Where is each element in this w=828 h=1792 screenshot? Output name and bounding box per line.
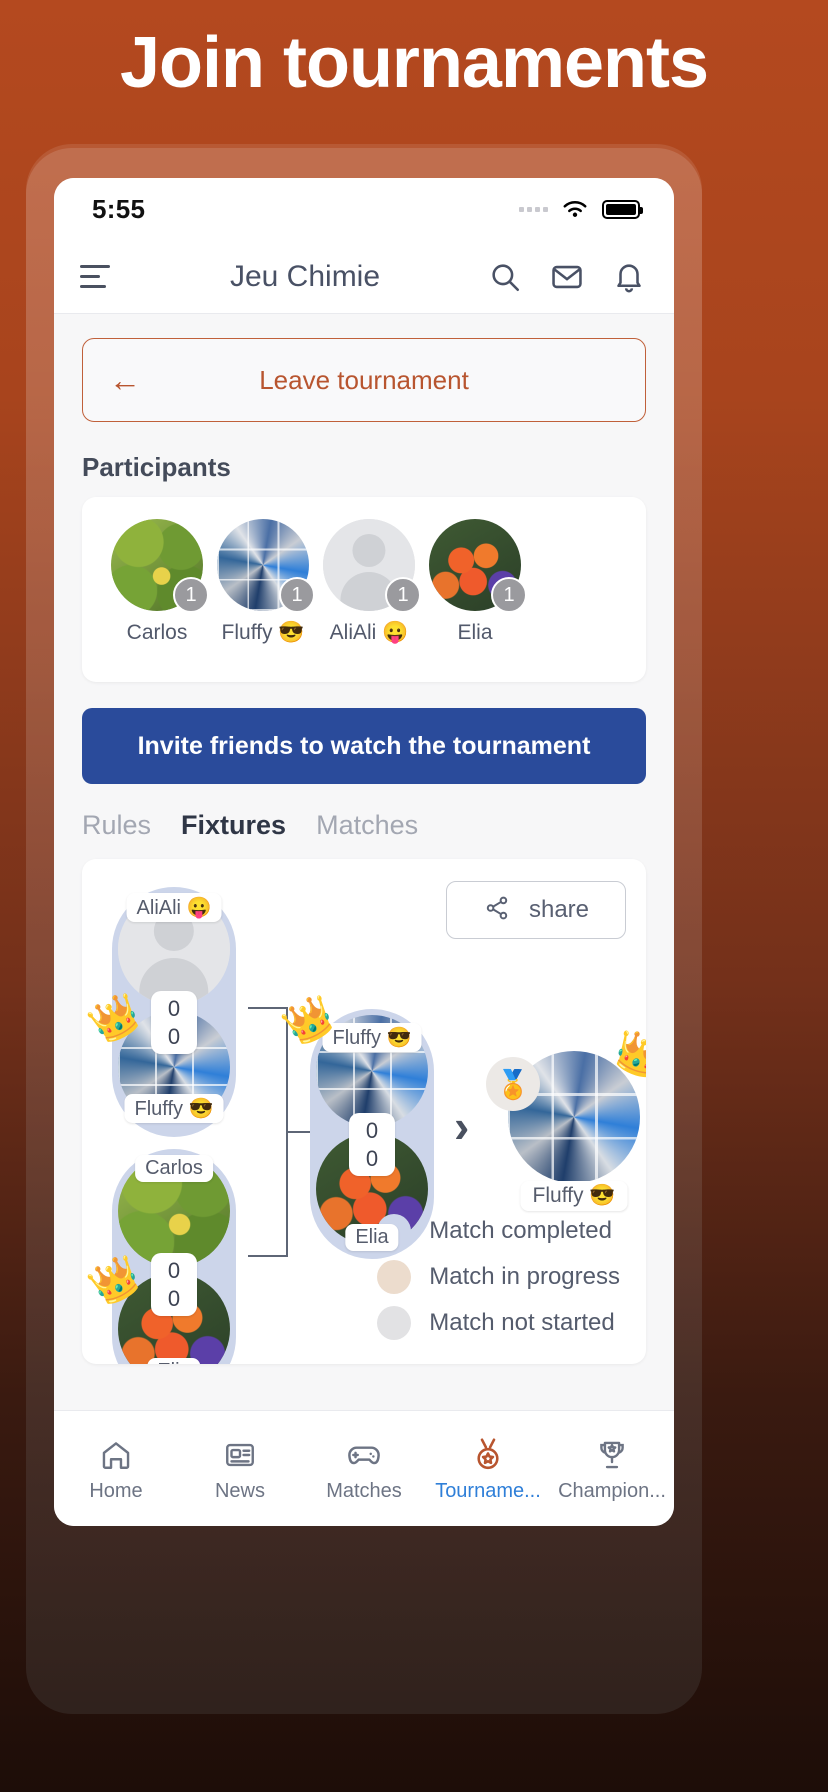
share-icon: [483, 894, 511, 927]
bracket-name-bottom: Elia: [147, 1358, 201, 1364]
hamburger-menu-icon[interactable]: [80, 264, 114, 290]
page-title: Jeu Chimie: [229, 259, 381, 293]
participant-item[interactable]: 1 Carlos: [104, 519, 210, 645]
participant-item[interactable]: 1 AliAli 😛: [316, 519, 422, 645]
arrow-left-icon: ←: [109, 362, 141, 398]
medal-icon: 🏅: [486, 1057, 540, 1111]
nav-item-tournaments[interactable]: Tourname...: [426, 1434, 550, 1503]
bracket-name-top: Carlos: [135, 1155, 213, 1182]
fixtures-bracket: share AliAli 😛 0 0 👑 Fluffy 😎 Carlos 0 0…: [82, 859, 646, 1364]
bracket-match-semifinal-1[interactable]: AliAli 😛 0 0 👑 Fluffy 😎: [83, 887, 236, 1137]
medal-icon: [470, 1434, 506, 1472]
score-bottom: 0: [167, 1285, 181, 1311]
champion-name: Fluffy 😎: [520, 1181, 628, 1211]
participant-name: AliAli 😛: [329, 621, 409, 644]
score-top: 0: [365, 1118, 379, 1143]
score-top: 0: [167, 1258, 181, 1283]
nav-label: News: [214, 1480, 265, 1502]
share-label: share: [528, 896, 590, 923]
legend-swatch: [377, 1306, 412, 1340]
avatar: 1: [217, 519, 315, 613]
bracket-score: 0 0: [151, 991, 197, 1054]
participants-list: 1 Carlos 1 Fluffy 😎 1 AliAli 😛 1 Elia: [104, 519, 624, 645]
tab-bar: Rules Fixtures Matches: [82, 810, 674, 841]
phone-screen: 5:55 Jeu Chimie ← Leave tournament Parti…: [54, 178, 674, 1526]
share-button[interactable]: share: [446, 881, 626, 939]
gamepad-icon: [345, 1434, 383, 1472]
nav-label: Champion...: [558, 1480, 666, 1502]
legend-label: Match not started: [429, 1309, 615, 1336]
participant-name: Fluffy 😎: [221, 621, 305, 644]
app-bar: Jeu Chimie: [54, 240, 674, 314]
bracket-name-bottom: Elia: [345, 1224, 399, 1251]
tab-fixtures[interactable]: Fixtures: [181, 810, 286, 841]
participant-name: Elia: [457, 621, 493, 644]
wifi-icon: [560, 198, 590, 220]
score-bottom: 0: [167, 1023, 181, 1049]
status-bar: 5:55: [54, 178, 674, 240]
news-icon: [222, 1434, 258, 1472]
bell-icon[interactable]: [612, 260, 646, 294]
nav-item-news[interactable]: News: [178, 1434, 302, 1503]
legend-swatch: [377, 1260, 412, 1294]
participant-badge: 1: [279, 577, 315, 613]
participants-heading: Participants: [82, 452, 231, 482]
bracket-legend: Match completed Match in progress Match …: [377, 1214, 620, 1340]
battery-full-icon: [602, 199, 643, 219]
avatar: 1: [429, 519, 527, 613]
nav-item-championships[interactable]: Champion...: [550, 1434, 674, 1503]
leave-tournament-button[interactable]: ← Leave tournament: [82, 338, 646, 422]
legend-label: Match completed: [429, 1217, 613, 1244]
participant-item[interactable]: 1 Fluffy 😎: [210, 519, 316, 645]
legend-item-completed: Match completed: [377, 1214, 620, 1248]
app-bar-actions: [488, 260, 646, 294]
tournament-champion[interactable]: 🏅 👑 Fluffy 😎: [486, 1025, 646, 1211]
bracket-name-bottom: Fluffy 😎: [124, 1094, 224, 1123]
signal-dots-icon: [519, 206, 548, 212]
score-top: 0: [167, 996, 181, 1021]
search-icon[interactable]: [488, 260, 522, 294]
chevron-right-icon: ›: [454, 1100, 470, 1152]
participant-badge: 1: [173, 577, 209, 613]
nav-item-matches[interactable]: Matches: [302, 1434, 426, 1503]
participant-item[interactable]: 1 Elia: [422, 519, 528, 645]
score-bottom: 0: [365, 1145, 379, 1171]
legend-label: Match in progress: [429, 1263, 620, 1290]
leave-tournament-label: Leave tournament: [259, 364, 469, 395]
legend-item-in-progress: Match in progress: [377, 1260, 620, 1294]
avatar: 1: [111, 519, 209, 613]
status-time: 5:55: [92, 193, 146, 224]
status-indicators: [519, 198, 643, 220]
page-content: ← Leave tournament Participants 1 Carlos…: [54, 314, 674, 1410]
bracket-score: 0 0: [349, 1113, 395, 1176]
bracket-match-semifinal-2[interactable]: Carlos 0 0 👑 Elia: [83, 1149, 236, 1364]
mail-icon[interactable]: [550, 260, 584, 294]
participant-name: Carlos: [126, 621, 188, 644]
tab-rules[interactable]: Rules: [82, 810, 151, 841]
bracket-connector: [248, 1007, 288, 1257]
invite-friends-button[interactable]: Invite friends to watch the tournament: [82, 708, 646, 784]
nav-label: Home: [89, 1480, 143, 1502]
tab-matches[interactable]: Matches: [316, 810, 418, 841]
bottom-navigation: Home News Matches Tourname... Champion..: [54, 1410, 674, 1526]
participant-badge: 1: [491, 577, 527, 613]
legend-item-not-started: Match not started: [377, 1306, 620, 1340]
home-icon: [98, 1434, 134, 1472]
nav-label: Tourname...: [435, 1480, 541, 1502]
bracket-name-top: AliAli 😛: [126, 893, 222, 922]
avatar: 1: [323, 519, 421, 613]
nav-label: Matches: [326, 1480, 402, 1502]
bracket-score: 0 0: [151, 1253, 197, 1316]
participant-badge: 1: [385, 577, 421, 613]
participants-card: 1 Carlos 1 Fluffy 😎 1 AliAli 😛 1 Elia: [82, 497, 646, 682]
nav-item-home[interactable]: Home: [54, 1434, 178, 1503]
trophy-icon: [594, 1434, 630, 1472]
promo-headline: Join tournaments: [119, 23, 709, 103]
bracket-connector-stem: [286, 1131, 310, 1133]
